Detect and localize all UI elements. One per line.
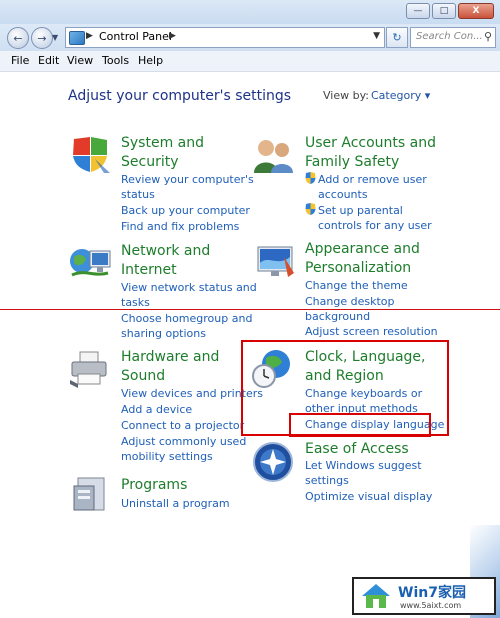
search-input[interactable]: Search Con... ⚲ — [410, 27, 496, 48]
address-bar: ← → ▼ ▶ Control Panel ▶ ▼ ↻ Search Con..… — [0, 24, 500, 51]
menu-edit[interactable]: Edit — [38, 54, 59, 67]
refresh-icon: ↻ — [392, 31, 402, 44]
watermark-logo: Win7家园 www.5aixt.com — [352, 577, 496, 615]
system-security-shield-icon — [73, 137, 110, 173]
view-by-dropdown[interactable]: Category ▾ — [371, 89, 430, 102]
link-change-theme[interactable]: Change the theme — [305, 278, 408, 293]
link-add-remove-users[interactable]: Add or remove user accounts — [318, 172, 427, 202]
menu-tools[interactable]: Tools — [102, 54, 129, 67]
category-title-line[interactable]: Sound — [121, 367, 219, 386]
menu-bar: File Edit View Tools Help — [0, 51, 500, 72]
link-uninstall-program[interactable]: Uninstall a program — [121, 496, 230, 511]
category-title-line[interactable]: Hardware and — [121, 348, 219, 367]
minimize-button[interactable]: — — [406, 3, 430, 19]
link-homegroup[interactable]: Choose homegroup and sharing options — [121, 311, 252, 341]
category-ease-of-access[interactable]: Ease of Access — [305, 440, 409, 459]
link-line[interactable]: mobility settings — [121, 449, 246, 464]
link-find-fix[interactable]: Find and fix problems — [121, 219, 239, 234]
link-line[interactable]: tasks — [121, 295, 257, 310]
category-network-internet[interactable]: Network and Internet — [121, 242, 210, 280]
control-panel-icon — [69, 31, 85, 45]
house-logo-icon — [362, 584, 390, 608]
link-parental-controls[interactable]: Set up parental controls for any user — [318, 203, 432, 233]
link-line[interactable]: accounts — [318, 187, 427, 202]
network-globe-icon — [70, 249, 111, 277]
watermark-title: Win7家园 — [398, 585, 466, 601]
link-line[interactable]: Change desktop — [305, 294, 395, 309]
link-line[interactable]: settings — [305, 473, 422, 488]
link-line[interactable]: Choose homegroup and — [121, 311, 252, 326]
link-back-up[interactable]: Back up your computer — [121, 203, 250, 218]
address-field[interactable]: ▶ Control Panel ▶ ▼ — [65, 27, 385, 48]
forward-button[interactable]: → — [31, 27, 53, 49]
breadcrumb-control-panel[interactable]: Control Panel — [99, 30, 172, 43]
programs-icon — [73, 477, 105, 511]
link-line[interactable]: controls for any user — [318, 218, 432, 233]
annotation-highlight-box — [289, 413, 431, 437]
address-dropdown-icon[interactable]: ▼ — [373, 31, 380, 41]
link-review-status[interactable]: Review your computer's status — [121, 172, 254, 202]
link-windows-suggest[interactable]: Let Windows suggest settings — [305, 458, 422, 488]
link-screen-resolution[interactable]: Adjust screen resolution — [305, 324, 438, 339]
close-button[interactable]: X — [458, 3, 494, 19]
menu-view[interactable]: View — [67, 54, 93, 67]
link-line[interactable]: View network status and — [121, 280, 257, 295]
link-line[interactable]: Adjust commonly used — [121, 434, 246, 449]
link-line[interactable]: Add or remove user — [318, 172, 427, 187]
back-arrow-icon: ← — [13, 31, 23, 45]
category-user-accounts[interactable]: User Accounts and Family Safety — [305, 134, 436, 172]
category-appearance[interactable]: Appearance and Personalization — [305, 240, 420, 278]
link-connect-projector[interactable]: Connect to a projector — [121, 418, 244, 433]
uac-shield-icon — [305, 172, 316, 184]
printer-icon — [70, 351, 107, 388]
forward-arrow-icon: → — [37, 31, 47, 45]
link-line[interactable]: background — [305, 309, 395, 324]
window-titlebar: — □ X — [0, 0, 500, 25]
view-by-label: View by: — [323, 89, 369, 102]
link-line[interactable]: Set up parental — [318, 203, 432, 218]
maximize-button[interactable]: □ — [432, 3, 456, 19]
link-network-status[interactable]: View network status and tasks — [121, 280, 257, 310]
menu-help[interactable]: Help — [138, 54, 163, 67]
breadcrumb-separator[interactable]: ▶ — [86, 31, 93, 41]
watermark-url: www.5aixt.com — [400, 601, 462, 610]
category-title-line[interactable]: Personalization — [305, 259, 420, 278]
link-mobility-settings[interactable]: Adjust commonly used mobility settings — [121, 434, 246, 464]
category-system-security[interactable]: System and Security — [121, 134, 204, 172]
link-optimize-visual[interactable]: Optimize visual display — [305, 489, 432, 504]
category-title-line[interactable]: User Accounts and — [305, 134, 436, 153]
category-title-line[interactable]: Family Safety — [305, 153, 436, 172]
page-title: Adjust your computer's settings — [68, 88, 292, 104]
category-hardware-sound[interactable]: Hardware and Sound — [121, 348, 219, 386]
search-placeholder: Search Con... — [416, 31, 483, 42]
refresh-button[interactable]: ↻ — [386, 27, 408, 48]
link-line[interactable]: sharing options — [121, 326, 252, 341]
link-add-device[interactable]: Add a device — [121, 402, 192, 417]
ease-of-access-icon — [253, 442, 293, 482]
link-line[interactable]: Let Windows suggest — [305, 458, 422, 473]
category-title-line[interactable]: System and — [121, 134, 204, 153]
category-title-line[interactable]: Network and — [121, 242, 210, 261]
uac-shield-icon — [305, 203, 316, 215]
category-title-line[interactable]: Internet — [121, 261, 210, 280]
back-button[interactable]: ← — [7, 27, 29, 49]
recent-pages-dropdown[interactable]: ▼ — [52, 33, 58, 42]
search-icon[interactable]: ⚲ — [484, 30, 492, 43]
link-line[interactable]: Review your computer's — [121, 172, 254, 187]
category-title-line[interactable]: Appearance and — [305, 240, 420, 259]
appearance-monitor-icon — [257, 246, 294, 277]
category-title-line[interactable]: Security — [121, 153, 204, 172]
category-programs[interactable]: Programs — [121, 476, 187, 495]
link-line[interactable]: status — [121, 187, 254, 202]
user-accounts-icon — [254, 140, 293, 173]
menu-file[interactable]: File — [11, 54, 29, 67]
annotation-red-line — [0, 309, 500, 310]
breadcrumb-separator[interactable]: ▶ — [169, 31, 176, 41]
